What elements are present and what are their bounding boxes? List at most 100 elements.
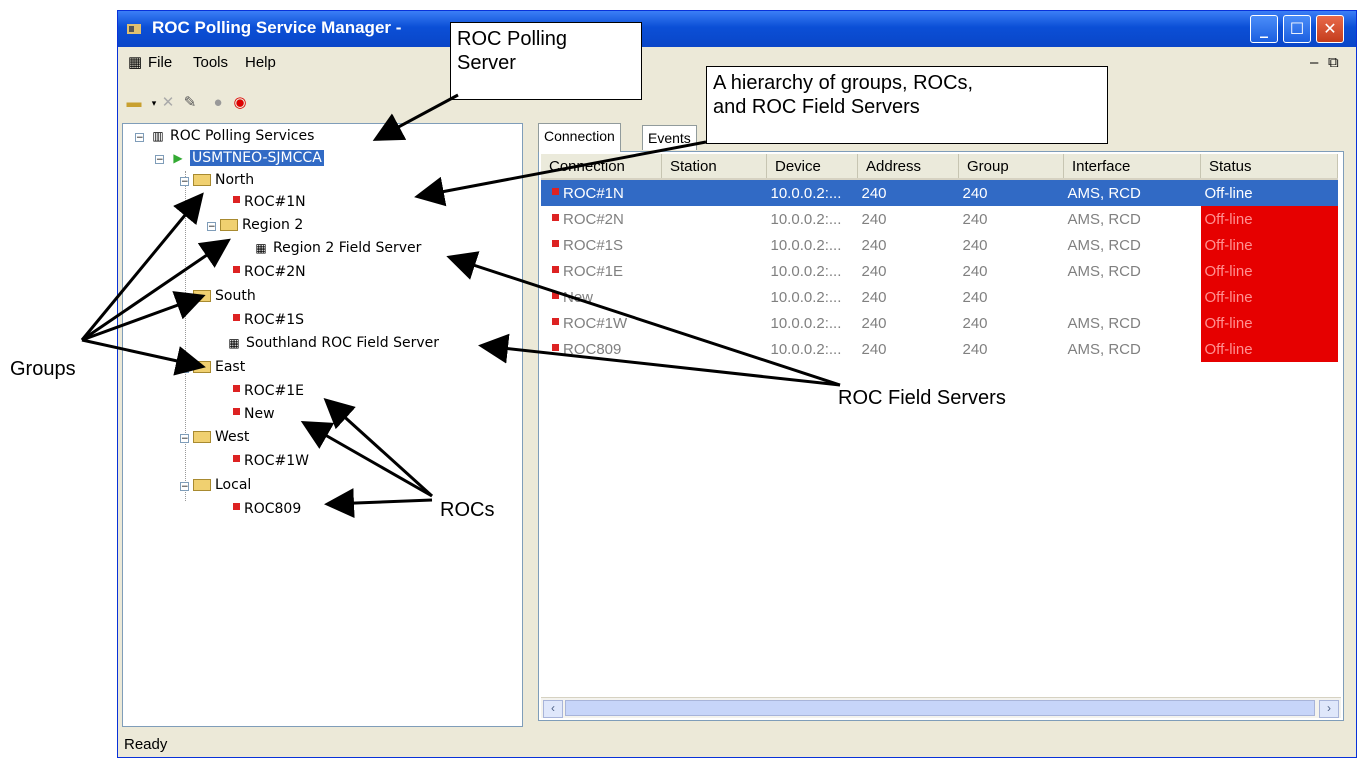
tree-roc-roc1e[interactable]: ROC#1E (226, 380, 304, 402)
tree-group-south[interactable]: − South (180, 285, 256, 307)
status-cell: Off-line (1200, 258, 1338, 284)
tree-group-east[interactable]: − East (180, 356, 245, 378)
scroll-left-icon[interactable]: ‹ (543, 700, 563, 718)
delete-icon[interactable]: ✕ (158, 93, 178, 113)
tree-label: East (215, 359, 246, 375)
table-row[interactable]: ROC#1W 10.0.0.2:... 240 240 AMS, RCD Off-line (541, 310, 1338, 336)
mdi-minimize-button[interactable]: – (1310, 54, 1318, 71)
cell: 10.0.0.2:... (770, 262, 842, 280)
stop-icon[interactable]: ◉ (230, 93, 250, 113)
cell (662, 310, 767, 336)
tree-group-west[interactable]: − West (180, 426, 249, 448)
cell: AMS, RCD (1067, 262, 1141, 280)
server-running-icon: ▶ (173, 151, 183, 165)
cell: 240 (861, 288, 887, 306)
tree-label: ROC#1N (244, 194, 306, 210)
system-menu-icon[interactable]: ▦ (128, 53, 142, 71)
tree-root[interactable]: − ▥ ROC Polling Services (135, 125, 314, 147)
tree-group-north[interactable]: − North (180, 169, 254, 191)
collapse-icon[interactable]: − (180, 177, 189, 187)
col-header[interactable]: Group (958, 154, 1064, 180)
callout-text: and ROC Field Servers (713, 96, 920, 118)
col-header[interactable]: Device (766, 154, 858, 180)
start-icon[interactable]: ● (208, 93, 228, 113)
tree-roc-roc1n[interactable]: ROC#1N (226, 191, 306, 213)
detail-panel: Connection Events Connection Station Dev… (533, 123, 1349, 727)
cell: AMS, RCD (1063, 179, 1201, 206)
tree-fieldserver-southland[interactable]: ▦ Southland ROC Field Server (226, 332, 439, 354)
close-button[interactable]: ✕ (1316, 15, 1344, 43)
cell: ROC#1E (541, 258, 662, 284)
cell: 240 (962, 288, 988, 306)
table-row[interactable]: ROC#1N 10.0.0.2:... 240 240 AMS, RCD Off-line (541, 179, 1338, 206)
cell: 240 (962, 210, 988, 228)
tree-group-region2[interactable]: − Region 2 (207, 214, 303, 236)
table-row[interactable]: ROC809 10.0.0.2:... 240 240 AMS, RCD Off-line (541, 336, 1338, 362)
collapse-icon[interactable]: − (155, 155, 164, 165)
cell: ROC#1N (541, 179, 662, 206)
menu-tools[interactable]: Tools (193, 54, 228, 71)
tree-group-local[interactable]: − Local (180, 474, 251, 496)
callout-text: A hierarchy of groups, ROCs, (713, 72, 974, 94)
menu-help[interactable]: Help (245, 54, 276, 71)
cell: 240 (861, 262, 887, 280)
cell: AMS, RCD (1067, 210, 1141, 228)
tree-label: Local (215, 477, 252, 493)
collapse-icon[interactable]: − (180, 482, 189, 492)
mdi-restore-button[interactable]: ⧉ (1328, 54, 1339, 71)
collapse-icon[interactable]: − (135, 133, 144, 143)
minimize-button[interactable]: _ (1250, 15, 1278, 43)
status-cell: Off-line (1200, 179, 1338, 206)
collapse-icon[interactable]: − (180, 364, 189, 374)
tree-panel: − ▥ ROC Polling Services − ▶ USMTNEO-SJMCCA … (122, 123, 523, 727)
col-header[interactable]: Address (857, 154, 959, 180)
callout-server: ROC Polling Server (450, 22, 642, 100)
toolbar: ▬ ▾ ✕ ✎ ● ◉ (122, 91, 302, 115)
tree-roc-roc1s[interactable]: ROC#1S (226, 309, 304, 331)
menu-file[interactable]: File (148, 54, 172, 71)
status-cell: Off-line (1200, 206, 1338, 232)
cell (1064, 284, 1201, 310)
tree-label: Region 2 (242, 217, 304, 233)
cell: 240 (962, 236, 988, 254)
cell: 10.0.0.2:... (770, 340, 842, 358)
cell: 10.0.0.2:... (770, 314, 842, 332)
table-row[interactable]: ROC#2N 10.0.0.2:... 240 240 AMS, RCD Off-line (541, 206, 1338, 232)
status-cell: Off-line (1200, 336, 1338, 362)
table-row[interactable]: ROC#1E 10.0.0.2:... 240 240 AMS, RCD Off-line (541, 258, 1338, 284)
col-header[interactable]: Station (661, 154, 767, 180)
roc-icon (226, 454, 240, 468)
server-rack-icon: ▥ (152, 129, 164, 143)
collapse-icon[interactable]: − (207, 222, 216, 232)
tree-roc-new[interactable]: New (226, 403, 275, 425)
tree-server[interactable]: − ▶ USMTNEO-SJMCCA (155, 147, 324, 169)
horizontal-scrollbar[interactable]: ‹ › (541, 697, 1341, 718)
tree-roc-roc2n[interactable]: ROC#2N (226, 261, 306, 283)
connection-table: Connection Station Device Address Group … (541, 154, 1338, 362)
tree-roc-roc809[interactable]: ROC809 (226, 498, 301, 520)
tab-connection[interactable]: Connection (538, 123, 621, 152)
tree-label: ROC#1W (244, 453, 310, 469)
cell: 240 (958, 179, 1064, 206)
tree-label: Region 2 Field Server (273, 240, 422, 256)
table-row[interactable]: New 10.0.0.2:... 240 240 Off-line (541, 284, 1338, 310)
edit-icon[interactable]: ✎ (180, 93, 200, 113)
col-header[interactable]: Status (1200, 154, 1338, 180)
collapse-icon[interactable]: − (180, 293, 189, 303)
field-server-icon: ▦ (228, 336, 240, 350)
cell: New (541, 284, 662, 310)
col-header[interactable]: Connection (541, 154, 662, 180)
table-row[interactable]: ROC#1S 10.0.0.2:... 240 240 AMS, RCD Off-line (541, 232, 1338, 258)
tab-events[interactable]: Events (642, 125, 697, 150)
tree-roc-roc1w[interactable]: ROC#1W (226, 450, 309, 472)
maximize-button[interactable]: ☐ (1283, 15, 1311, 43)
callout-text: ROC Polling (457, 28, 568, 50)
col-header[interactable]: Interface (1063, 154, 1201, 180)
tree-fieldserver-region2[interactable]: ▦ Region 2 Field Server (253, 237, 421, 259)
collapse-icon[interactable]: − (180, 434, 189, 444)
tree-label: ROC#2N (244, 264, 306, 280)
scroll-thumb[interactable] (565, 700, 1315, 716)
cell: 240 (861, 340, 887, 358)
scroll-right-icon[interactable]: › (1319, 700, 1339, 718)
new-folder-icon[interactable]: ▬ (124, 93, 144, 113)
